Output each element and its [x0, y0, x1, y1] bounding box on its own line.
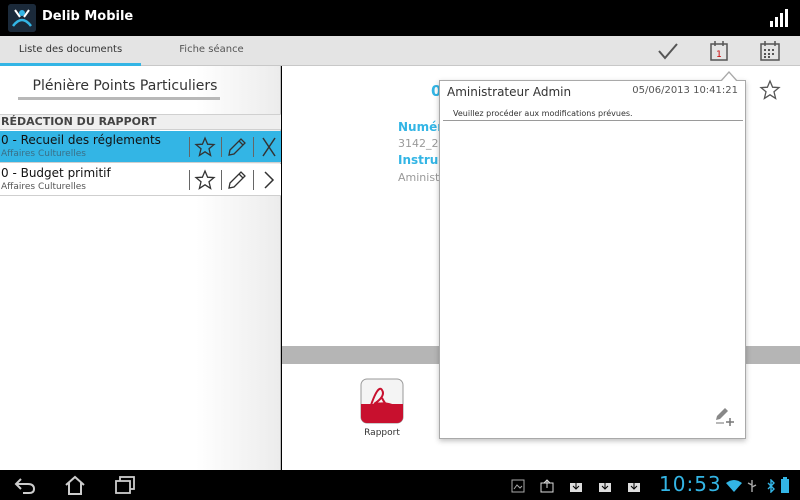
- signal-strength-icon: [770, 9, 790, 27]
- check-button[interactable]: [656, 40, 680, 62]
- edit-pencil-icon[interactable]: [225, 168, 249, 192]
- star-icon[interactable]: [193, 168, 217, 192]
- back-icon: [14, 478, 36, 494]
- app-logo-icon[interactable]: [8, 4, 36, 32]
- home-icon: [65, 475, 85, 495]
- notification-download-icon[interactable]: [598, 478, 612, 492]
- note-popup: Aministrateur Admin 05/06/2013 10:41:21 …: [439, 71, 746, 439]
- section-header: RÉDACTION DU RAPPORT: [0, 114, 281, 130]
- recent-apps-button[interactable]: [113, 474, 137, 496]
- tab-bar: Liste des documents Fiche séance 1: [0, 36, 800, 66]
- calendar-day-button[interactable]: 1: [707, 40, 731, 62]
- favorite-star-icon[interactable]: [758, 78, 782, 102]
- list-item[interactable]: 0 - Recueil des réglements Affaires Cult…: [0, 131, 281, 163]
- seance-title: Plénière Points Particuliers: [32, 78, 218, 94]
- document-list-pane: Plénière Points Particuliers RÉDACTION D…: [0, 66, 281, 470]
- notification-download-icon[interactable]: [569, 478, 583, 492]
- note-divider: [443, 120, 743, 121]
- divider: [253, 170, 254, 190]
- list-item-title: 0 - Recueil des réglements: [1, 133, 161, 147]
- system-navigation-bar: 10:53: [0, 470, 800, 500]
- battery-icon: [781, 477, 789, 493]
- pdf-icon[interactable]: [360, 378, 404, 424]
- star-icon[interactable]: [193, 135, 217, 159]
- divider: [189, 170, 190, 190]
- notification-download-icon[interactable]: [627, 478, 641, 492]
- tab-liste-des-documents[interactable]: Liste des documents: [0, 36, 141, 66]
- svg-text:1: 1: [716, 50, 722, 60]
- notification-screenshot-icon[interactable]: [511, 478, 525, 493]
- list-item-subtitle: Affaires Culturelles: [1, 149, 86, 159]
- add-note-button[interactable]: [714, 406, 736, 428]
- list-item-subtitle: Affaires Culturelles: [1, 182, 86, 192]
- usb-icon: [746, 478, 758, 492]
- calendar-day-icon: 1: [710, 41, 728, 61]
- note-author: Aministrateur Admin: [447, 85, 572, 99]
- list-item-title: 0 - Budget primitif: [1, 166, 111, 180]
- title-underline: [18, 97, 220, 100]
- bluetooth-icon: [766, 478, 776, 494]
- add-note-icon: [716, 408, 734, 426]
- divider: [221, 170, 222, 190]
- list-item[interactable]: 0 - Budget primitif Affaires Culturelles: [0, 164, 281, 196]
- divider: [221, 137, 222, 157]
- edit-pencil-icon[interactable]: [225, 135, 249, 159]
- calendar-icon: [760, 41, 780, 61]
- app-title: Delib Mobile: [42, 9, 134, 24]
- calendar-button[interactable]: [758, 40, 782, 62]
- back-button[interactable]: [13, 474, 37, 496]
- note-date: 05/06/2013 10:41:21: [632, 85, 738, 96]
- chevron-right-icon[interactable]: [257, 168, 281, 192]
- home-button[interactable]: [63, 474, 87, 496]
- recent-apps-icon: [115, 476, 135, 494]
- check-icon: [658, 43, 678, 60]
- tab-fiche-seance[interactable]: Fiche séance: [141, 36, 282, 66]
- close-icon[interactable]: [257, 135, 281, 159]
- attachment-label: Rapport: [364, 428, 400, 438]
- divider: [189, 137, 190, 157]
- notification-upload-icon[interactable]: [540, 478, 554, 493]
- action-bar: Delib Mobile: [0, 0, 800, 36]
- instructeur-value: Aminist: [398, 171, 440, 184]
- divider: [253, 137, 254, 157]
- numero-value: 3142_2: [398, 137, 439, 150]
- wifi-icon: [726, 478, 742, 492]
- note-message: Veuillez procéder aux modifications prév…: [453, 109, 633, 118]
- status-clock[interactable]: 10:53: [659, 472, 722, 496]
- popup-arrow-fill: [721, 73, 737, 82]
